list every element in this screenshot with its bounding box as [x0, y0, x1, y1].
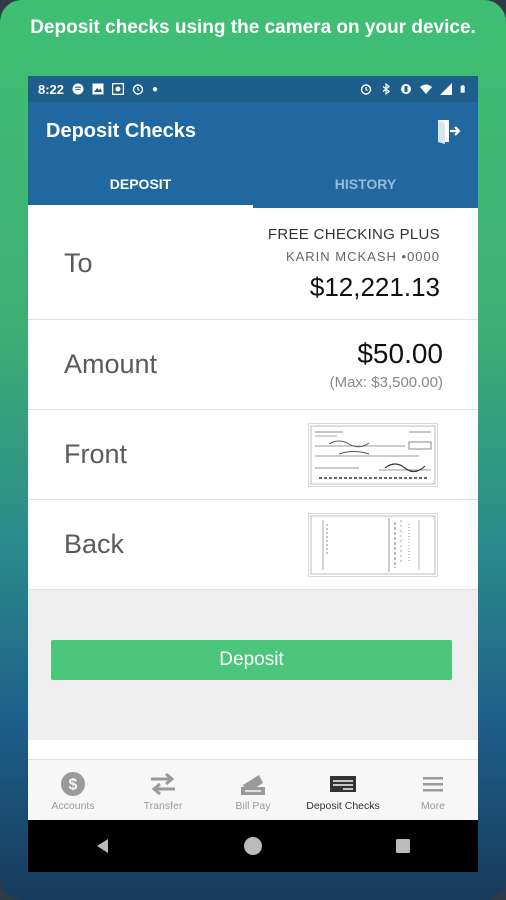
amount-label: Amount: [64, 349, 158, 379]
status-time: 8:22: [38, 81, 65, 97]
amount-summary: $50.00 (Max: $3,500.00): [330, 338, 443, 391]
amount-max: (Max: $3,500.00): [329, 374, 443, 391]
front-label: Front: [64, 439, 128, 469]
exit-icon: [438, 120, 461, 144]
image-icon: [92, 83, 104, 95]
bill-pay-icon: [241, 774, 265, 795]
alarm-icon: [132, 84, 144, 95]
deposit-button[interactable]: Deposit: [51, 640, 452, 680]
wifi-icon: [420, 84, 432, 94]
page-title: Deposit Checks: [46, 119, 197, 142]
signal-icon: [440, 83, 452, 95]
recents-square-icon: [396, 839, 411, 853]
bluetooth-icon: [382, 83, 390, 95]
home-button[interactable]: [243, 836, 263, 856]
nav-more[interactable]: More: [388, 760, 478, 821]
front-image-row[interactable]: Front: [28, 410, 478, 500]
back-label: Back: [64, 529, 125, 559]
dot-icon: ●: [152, 83, 159, 95]
back-image-row[interactable]: Back: [28, 500, 478, 590]
tab-bar: DEPOSIT HISTORY: [28, 160, 478, 208]
account-summary: FREE CHECKING PLUS KARIN MCKASH •0000 $1…: [268, 224, 440, 303]
battery-icon: [460, 85, 465, 93]
account-balance: $12,221.13: [309, 272, 440, 302]
amount-value: $50.00: [357, 338, 443, 369]
to-account-row[interactable]: To FREE CHECKING PLUS KARIN MCKASH •0000…: [28, 208, 478, 320]
tab-deposit[interactable]: DEPOSIT: [28, 160, 253, 208]
nav-accounts[interactable]: $ Accounts: [28, 760, 118, 821]
account-owner: KARIN MCKASH •0000: [285, 249, 440, 264]
promo-headline: Deposit checks using the camera on your …: [30, 17, 476, 38]
check-icon: [330, 775, 356, 792]
exit-button[interactable]: [434, 117, 462, 145]
system-navigation-bar: [28, 820, 478, 872]
svg-text:$: $: [69, 776, 78, 793]
front-check-thumbnail[interactable]: [308, 422, 438, 487]
nav-accounts-label: Accounts: [51, 799, 95, 812]
back-check-thumbnail[interactable]: [308, 512, 438, 577]
transfer-icon: [151, 772, 175, 795]
podcast-icon: [72, 83, 84, 95]
vibrate-icon: [401, 84, 411, 94]
nav-transfer-label: Transfer: [143, 799, 183, 812]
dollar-icon: $: [61, 771, 85, 796]
tab-history-label: HISTORY: [334, 176, 397, 192]
alarm-icon: [360, 84, 372, 95]
menu-icon: [423, 776, 443, 791]
phone-screen: 8:22 ● Deposit Checks DEPOSIT HISTORY To…: [28, 76, 478, 872]
status-bar: 8:22 ●: [28, 76, 478, 102]
deposit-action-area: Deposit: [28, 590, 478, 740]
back-triangle-icon: [96, 839, 108, 853]
app-bar: Deposit Checks: [28, 102, 478, 160]
recents-button[interactable]: [394, 837, 412, 855]
account-name: FREE CHECKING PLUS: [267, 226, 440, 243]
to-label: To: [64, 248, 93, 278]
tab-history[interactable]: HISTORY: [253, 160, 478, 208]
nav-more-label: More: [421, 799, 445, 812]
bottom-navigation: $ Accounts Transfer Bill Pay Deposit Che…: [28, 759, 478, 821]
nav-bill-pay-label: Bill Pay: [235, 799, 271, 812]
nav-bill-pay[interactable]: Bill Pay: [208, 760, 298, 821]
tab-deposit-label: DEPOSIT: [109, 176, 172, 192]
photo-icon: [112, 83, 125, 95]
nav-transfer[interactable]: Transfer: [118, 760, 208, 821]
nav-deposit-checks[interactable]: Deposit Checks: [298, 760, 388, 821]
home-circle-icon: [243, 837, 262, 855]
nav-deposit-checks-label: Deposit Checks: [306, 799, 380, 812]
back-button[interactable]: [94, 837, 112, 855]
amount-row[interactable]: Amount $50.00 (Max: $3,500.00): [28, 320, 478, 410]
